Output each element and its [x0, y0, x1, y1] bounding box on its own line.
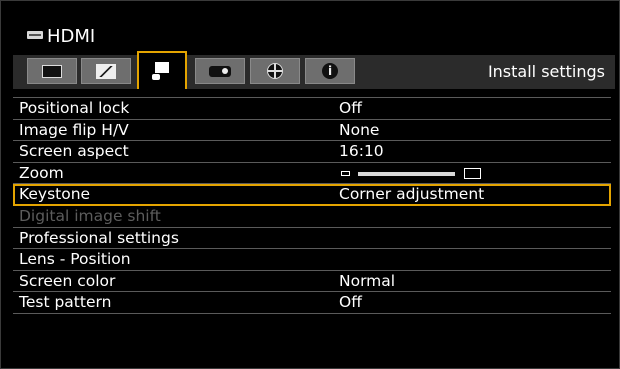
menu-item-label: Lens - Position — [19, 250, 131, 269]
menu-item-professional-settings[interactable]: Professional settings — [13, 228, 611, 250]
menu-item-label: Screen color — [19, 271, 116, 290]
menu-item-value: 16:10 — [339, 142, 384, 161]
menu-item-label: Zoom — [19, 163, 64, 182]
menu-item-label: Professional settings — [19, 228, 179, 247]
network-icon — [267, 63, 283, 79]
menu-item-screen-aspect[interactable]: Screen aspect 16:10 — [13, 141, 611, 163]
projector-menu-screen: HDMI i Install settings Positional lock … — [0, 0, 620, 369]
tab-image-adjustments[interactable] — [27, 58, 77, 84]
hdmi-badge-icon — [27, 31, 43, 39]
zoom-slider-track[interactable] — [358, 171, 455, 176]
menu-item-value: None — [339, 120, 380, 139]
menu-item-value: Corner adjustment — [339, 185, 485, 204]
menu-item-label: Image flip H/V — [19, 120, 129, 139]
zoom-slider[interactable] — [341, 167, 501, 179]
menu-item-value: Off — [339, 293, 362, 312]
menu-item-digital-image-shift: Digital image shift — [13, 206, 611, 228]
image-icon — [96, 63, 116, 79]
menu-item-zoom[interactable]: Zoom — [13, 163, 611, 185]
menu-tab-strip: i Install settings — [13, 51, 615, 89]
install-icon — [151, 61, 173, 81]
menu-item-label: Positional lock — [19, 99, 130, 117]
menu-item-test-pattern[interactable]: Test pattern Off — [13, 292, 611, 314]
menu-item-screen-color[interactable]: Screen color Normal — [13, 271, 611, 293]
menu-item-positional-lock[interactable]: Positional lock Off — [13, 98, 611, 120]
menu-item-label: Test pattern — [19, 293, 112, 312]
tab-system-settings[interactable] — [195, 58, 245, 84]
menu-item-label: Digital image shift — [19, 206, 161, 225]
tab-input-settings[interactable] — [81, 58, 131, 84]
menu-item-value: Off — [339, 99, 362, 117]
menu-item-label: Keystone — [19, 185, 91, 204]
zoom-in-icon — [464, 167, 481, 179]
zoom-out-icon — [341, 170, 350, 176]
input-source-label: HDMI — [47, 25, 96, 47]
input-source-indicator: HDMI — [27, 25, 95, 47]
tab-information[interactable]: i — [305, 58, 355, 84]
active-tab-title: Install settings — [487, 62, 605, 81]
info-icon: i — [322, 63, 338, 79]
menu-item-keystone[interactable]: Keystone Corner adjustment — [13, 184, 611, 206]
menu-item-label: Screen aspect — [19, 142, 129, 161]
tab-install-settings[interactable] — [137, 51, 187, 89]
menu-item-value: Normal — [339, 271, 396, 290]
menu-item-lens-position[interactable]: Lens - Position — [13, 249, 611, 271]
install-settings-menu: Positional lock Off Image flip H/V None … — [13, 97, 611, 314]
screen-icon — [42, 64, 62, 78]
projector-icon — [209, 65, 231, 77]
tab-network-settings[interactable] — [250, 58, 300, 84]
menu-item-image-flip[interactable]: Image flip H/V None — [13, 120, 611, 142]
